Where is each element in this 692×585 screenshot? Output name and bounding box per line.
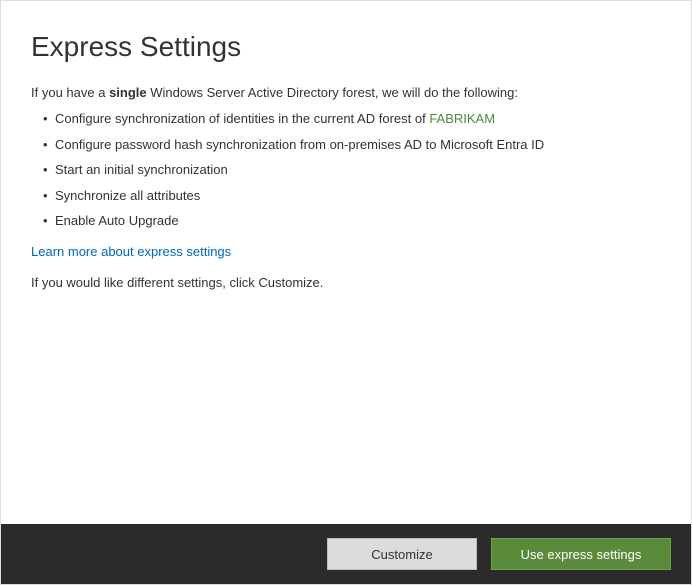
intro-bold: single	[109, 85, 147, 100]
bullet-list: Configure synchronization of identities …	[31, 110, 661, 230]
bullet-prefix: Configure synchronization of identities …	[55, 111, 429, 126]
list-item: Configure password hash synchronization …	[43, 136, 661, 154]
intro-prefix: If you have a	[31, 85, 109, 100]
list-item: Synchronize all attributes	[43, 187, 661, 205]
learn-more-link[interactable]: Learn more about express settings	[31, 244, 231, 259]
list-item: Start an initial synchronization	[43, 161, 661, 179]
list-item: Enable Auto Upgrade	[43, 212, 661, 230]
intro-suffix: Windows Server Active Directory forest, …	[147, 85, 518, 100]
main-content: Express Settings If you have a single Wi…	[1, 1, 691, 290]
forest-name: FABRIKAM	[429, 111, 495, 126]
use-express-settings-button[interactable]: Use express settings	[491, 538, 671, 570]
page-title: Express Settings	[31, 31, 661, 63]
intro-text: If you have a single Windows Server Acti…	[31, 85, 661, 100]
customize-hint: If you would like different settings, cl…	[31, 275, 661, 290]
customize-button[interactable]: Customize	[327, 538, 477, 570]
list-item: Configure synchronization of identities …	[43, 110, 661, 128]
footer-bar: Customize Use express settings	[1, 524, 691, 584]
